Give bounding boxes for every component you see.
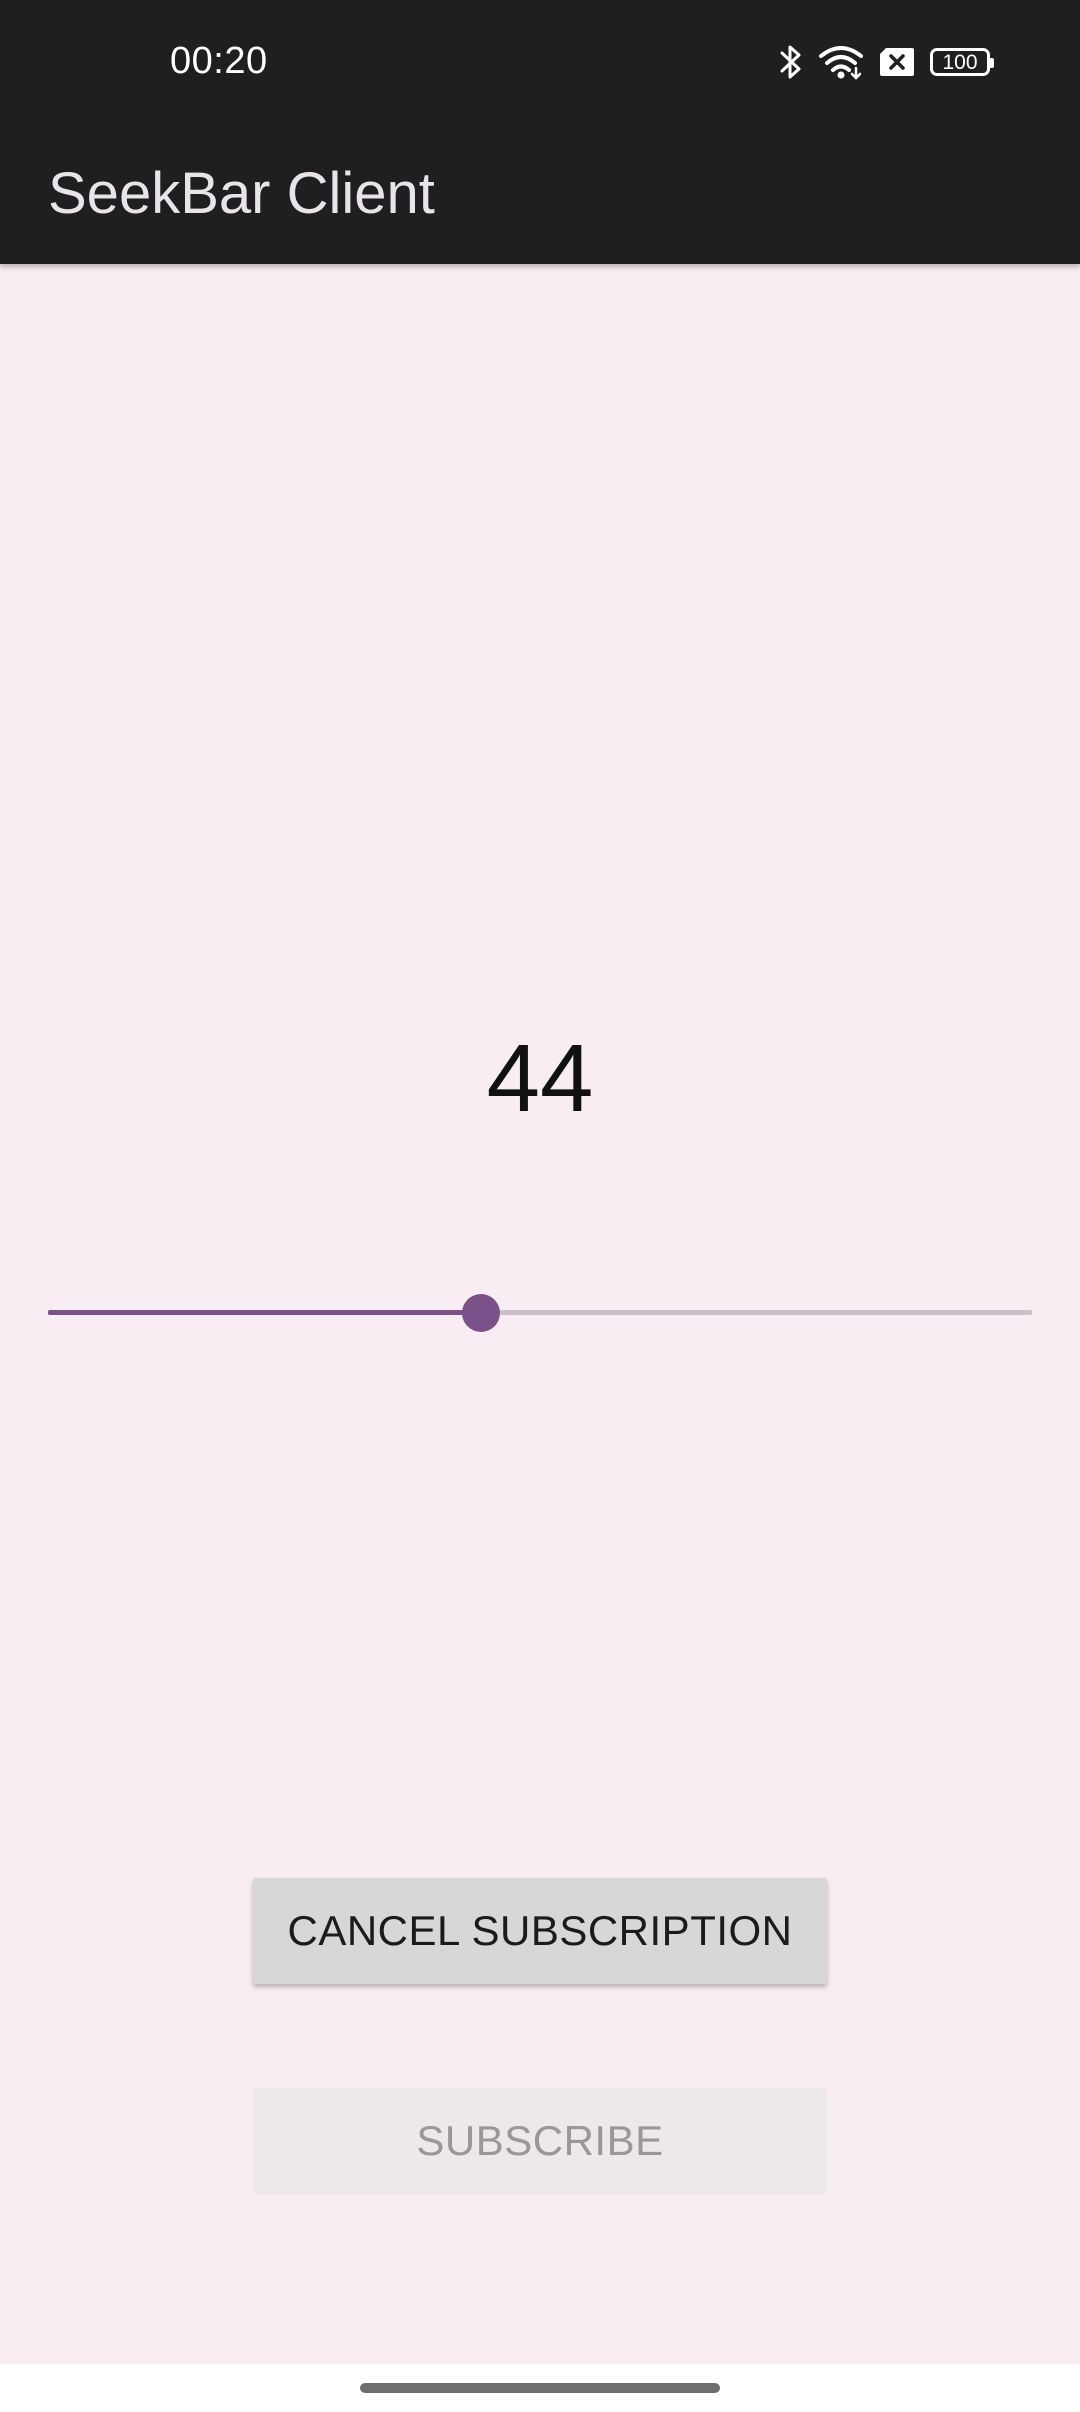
seekbar-value-text: 44 (486, 1025, 594, 1132)
cancel-subscription-button[interactable]: CANCEL SUBSCRIPTION (253, 1878, 827, 1984)
seekbar-thumb[interactable] (462, 1294, 500, 1332)
home-indicator[interactable] (360, 2383, 720, 2393)
sim-off-icon (878, 46, 916, 78)
subscribe-button[interactable]: SUBSCRIBE (253, 2088, 827, 2194)
wifi-icon (818, 44, 864, 80)
battery-icon: 100 (930, 48, 994, 76)
status-icons: 100 (778, 42, 994, 82)
bluetooth-icon (778, 42, 804, 82)
battery-level: 100 (942, 50, 978, 74)
seekbar[interactable] (48, 1288, 1032, 1338)
app-bar: SeekBar Client (0, 126, 1080, 264)
app-title: SeekBar Client (48, 161, 435, 226)
navigation-bar (0, 2364, 1080, 2412)
status-bar: 00:20 100 (0, 0, 1080, 126)
status-time: 00:20 (170, 40, 268, 82)
seekbar-progress[interactable] (48, 1310, 481, 1315)
